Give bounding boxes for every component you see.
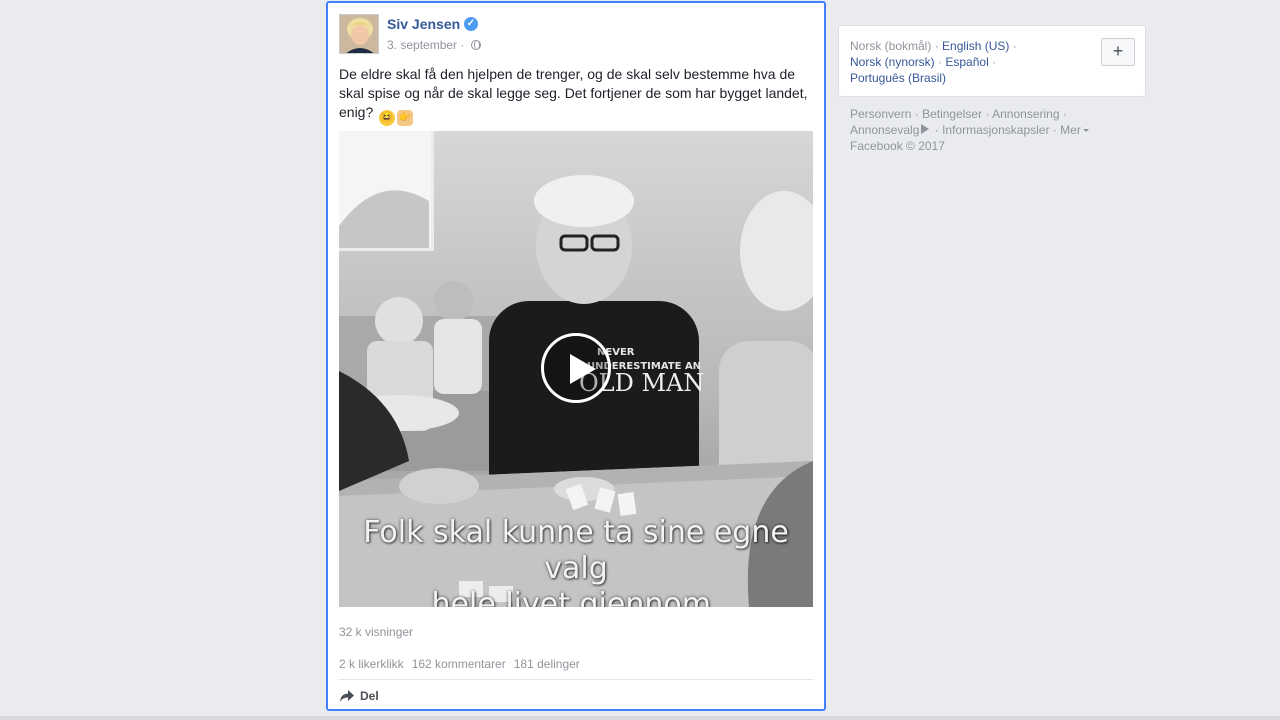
separator: · [985,107,990,121]
meta-separator: · [460,38,465,52]
globe-privacy-icon[interactable] [470,40,481,50]
separator: · [1052,123,1057,137]
separator: · [934,123,939,137]
language-portuguese-link[interactable]: Português (Brasil) [850,71,946,85]
adchoices-icon [921,124,930,134]
separator: · [1062,107,1067,121]
caret-down-icon [1082,129,1089,132]
footer-more-link[interactable]: Mer [1060,123,1089,137]
verified-badge-icon: ✓ [464,17,478,31]
footer-copyright: Facebook © 2017 [850,139,945,153]
share-button[interactable]: Del [339,687,379,705]
separator: · [938,55,943,69]
comments-count[interactable]: 162 kommentarer [412,657,506,671]
post-card: Siv Jensen ✓ 3. september · De eldre ska… [326,1,826,711]
video-player[interactable]: NEVER UNDERESTIMATE AN OLD MAN Folk skal… [339,131,813,607]
footer-advertising-link[interactable]: Annonsering [992,107,1059,121]
action-divider [339,679,813,680]
play-button-icon[interactable] [541,333,611,403]
post-text: De eldre skal få den hjelpen de trenger,… [339,65,815,126]
caption-line-1: Folk skal kunne ta sine egne valg [363,515,789,586]
footer-links: Personvern · Betingelser · Annonsering ·… [850,106,1150,154]
add-language-button[interactable]: + [1101,38,1135,66]
bottom-edge [0,716,1280,720]
language-english-link[interactable]: English (US) [942,39,1009,53]
pointing-hand-emoji-icon: 👉 [397,110,414,126]
author-avatar[interactable] [339,14,379,54]
separator: · [992,55,997,69]
laughing-emoji-icon: 😆 [379,110,396,126]
caption-line-2: hele livet gjennom. [431,587,721,607]
post-meta: 3. september · [387,38,481,52]
language-spanish-link[interactable]: Español [945,55,988,69]
separator: · [934,39,939,53]
footer-cookies-link[interactable]: Informasjonskapsler [942,123,1049,137]
separator: · [914,107,919,121]
language-selector: Norsk (bokmål) · English (US) · Norsk (n… [838,25,1146,97]
shares-count[interactable]: 181 delinger [514,657,580,671]
post-date[interactable]: 3. september [387,38,457,52]
language-list: Norsk (bokmål) · English (US) · Norsk (n… [850,38,1030,86]
view-count: 32 k visninger [339,625,414,639]
separator: · [1012,39,1017,53]
language-nynorsk-link[interactable]: Norsk (nynorsk) [850,55,935,69]
likes-count[interactable]: 2 k likerklikk [339,657,404,671]
footer-adchoices-link[interactable]: Annonsevalg [850,123,919,137]
footer-terms-link[interactable]: Betingelser [922,107,982,121]
footer-privacy-link[interactable]: Personvern [850,107,911,121]
author-name-link[interactable]: Siv Jensen [387,16,460,32]
footer-more-label: Mer [1060,123,1081,137]
video-caption: Folk skal kunne ta sine egne valg hele l… [339,515,813,607]
share-arrow-icon [340,690,354,702]
share-label: Del [360,689,379,703]
language-current: Norsk (bokmål) [850,39,932,53]
engagement-stats: 2 k likerklikk 162 kommentarer 181 delinge… [339,657,588,671]
